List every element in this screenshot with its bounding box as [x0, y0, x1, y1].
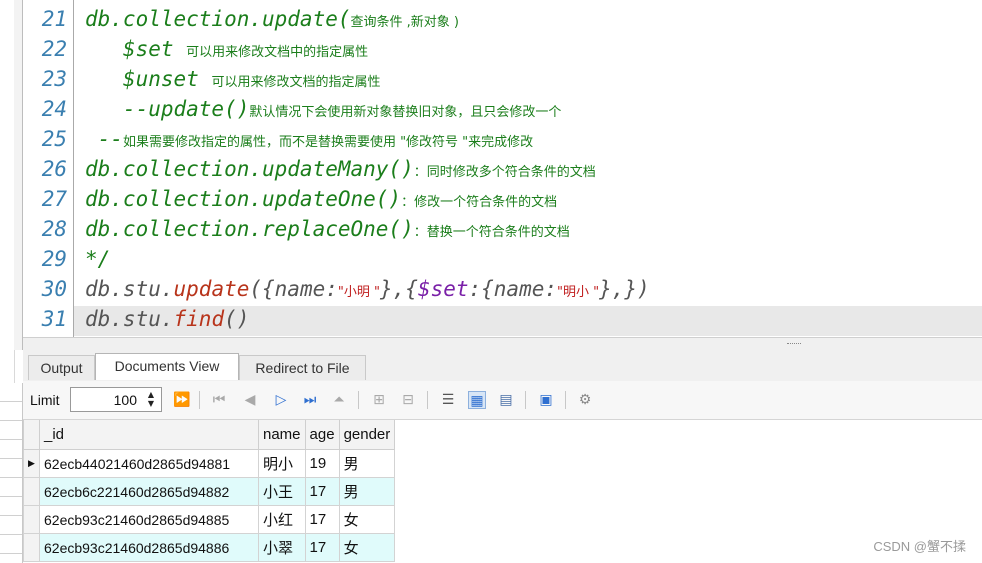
code-line-update-query: db.stu.update({name:"小明 "},{$set:{name:"… [85, 277, 650, 301]
splitter-grip-icon[interactable] [787, 343, 801, 347]
tab-documents-view[interactable]: Documents View [95, 353, 239, 380]
pane-splitter[interactable] [23, 337, 982, 352]
code-line: */ [85, 247, 111, 271]
settings-icon[interactable]: ⚙ [576, 391, 594, 409]
cell-age[interactable]: 17 [304, 477, 340, 506]
line-number: 25 [41, 127, 67, 151]
code-line: --update()默认情况下会使用新对象替换旧对象，且只会修改一个 [85, 97, 562, 121]
code-line: db.collection.updateMany()：同时修改多个符合条件的文档 [85, 157, 596, 181]
left-splitter[interactable] [14, 0, 23, 350]
row-selector[interactable] [23, 505, 40, 534]
cell-age[interactable]: 19 [304, 449, 340, 478]
grid-view-icon[interactable]: ▦ [468, 391, 486, 409]
limit-label: Limit [30, 392, 60, 408]
tab-output[interactable]: Output [28, 355, 95, 380]
column-header-id[interactable]: _id [39, 420, 259, 450]
line-number: 31 [41, 307, 67, 331]
prev-icon[interactable]: ◀ [241, 391, 259, 409]
limit-input[interactable]: 100 ▲ ▼ [70, 387, 162, 412]
last-icon[interactable]: ⏭ [301, 391, 319, 409]
line-number-gutter: 21 22 23 24 25 26 27 28 29 30 31 [23, 0, 74, 337]
delete-row-icon[interactable]: ⊟ [399, 391, 417, 409]
limit-value: 100 [113, 392, 137, 408]
play-icon[interactable]: ▷ [272, 391, 290, 409]
limit-spinner-icon[interactable]: ▲ ▼ [145, 390, 157, 409]
tab-redirect-to-file[interactable]: Redirect to File [239, 355, 366, 380]
line-number: 29 [41, 247, 67, 271]
line-number: 27 [41, 187, 67, 211]
line-number: 23 [41, 67, 67, 91]
line-number: 21 [41, 7, 67, 31]
watermark: CSDN @蟹不揉 [873, 539, 966, 554]
code-line: db.collection.updateOne()：修改一个符合条件的文档 [85, 187, 558, 211]
line-number: 28 [41, 217, 67, 241]
cell-id[interactable]: 62ecb44021460d2865d94881 [39, 449, 259, 478]
line-number: 30 [41, 277, 67, 301]
up-icon[interactable]: ⏶ [330, 391, 348, 409]
column-header-gender[interactable]: gender [338, 420, 396, 450]
row-selector-header [23, 420, 40, 450]
documents-grid[interactable]: _id name age gender ▶ 62ecb44021460d2865… [23, 420, 982, 563]
cell-id[interactable]: 62ecb93c21460d2865d94886 [39, 533, 259, 562]
row-pointer-icon: ▶ [23, 449, 40, 478]
code-line: $set 可以用来修改文档中的指定属性 [85, 37, 369, 61]
cell-name[interactable]: 小红 [258, 505, 306, 534]
code-editor[interactable]: 21 22 23 24 25 26 27 28 29 30 31 db.coll… [23, 0, 982, 337]
cell-name[interactable]: 明小 [258, 449, 306, 478]
row-selector[interactable] [23, 533, 40, 562]
text-view-icon[interactable]: ▤ [497, 391, 515, 409]
table-row[interactable]: 62ecb6c221460d2865d94882 小王 17 男 [23, 477, 396, 506]
cell-gender[interactable]: 女 [338, 533, 396, 562]
tree-view-icon[interactable]: ☰ [439, 391, 457, 409]
line-number: 26 [41, 157, 67, 181]
table-header-row: _id name age gender [23, 420, 396, 450]
add-row-icon[interactable]: ⊞ [370, 391, 388, 409]
row-selector[interactable] [23, 477, 40, 506]
column-header-age[interactable]: age [304, 420, 340, 450]
table-row[interactable]: ▶ 62ecb44021460d2865d94881 明小 19 男 [23, 449, 396, 478]
line-number: 24 [41, 97, 67, 121]
next-page-icon[interactable]: ⏩ [173, 391, 191, 409]
cell-id[interactable]: 62ecb93c21460d2865d94885 [39, 505, 259, 534]
cell-gender[interactable]: 女 [338, 505, 396, 534]
first-page-icon[interactable]: ⏮ [210, 391, 228, 409]
code-line: db.collection.update(查询条件 ,新对象 ) [85, 7, 459, 31]
cell-gender[interactable]: 男 [338, 449, 396, 478]
table-row[interactable]: 62ecb93c21460d2865d94885 小红 17 女 [23, 505, 396, 534]
cell-gender[interactable]: 男 [338, 477, 396, 506]
cell-id[interactable]: 62ecb6c221460d2865d94882 [39, 477, 259, 506]
cell-name[interactable]: 小翠 [258, 533, 306, 562]
table-row[interactable]: 62ecb93c21460d2865d94886 小翠 17 女 [23, 533, 396, 562]
code-line: db.collection.replaceOne()：替换一个符合条件的文档 [85, 217, 570, 241]
results-tab-bar: Output Documents View Redirect to File [23, 351, 982, 382]
cell-name[interactable]: 小王 [258, 477, 306, 506]
code-line-find-query: db.stu.find() [85, 307, 250, 331]
column-header-name[interactable]: name [258, 420, 306, 450]
cell-age[interactable]: 17 [304, 505, 340, 534]
code-line: $unset 可以用来修改文档的指定属性 [85, 67, 381, 91]
line-number: 22 [41, 37, 67, 61]
save-icon[interactable]: ▣ [537, 391, 555, 409]
left-panel-list [0, 383, 23, 563]
code-line: --如果需要修改指定的属性，而不是替换需要使用 "修改符号 "来完成修改 [85, 127, 534, 151]
cell-age[interactable]: 17 [304, 533, 340, 562]
results-toolbar: Limit 100 ▲ ▼ ⏩ ⏮ ◀ ▷ ⏭ ⏶ ⊞ ⊟ ☰ ▦ ▤ ▣ ⚙ [23, 381, 982, 420]
